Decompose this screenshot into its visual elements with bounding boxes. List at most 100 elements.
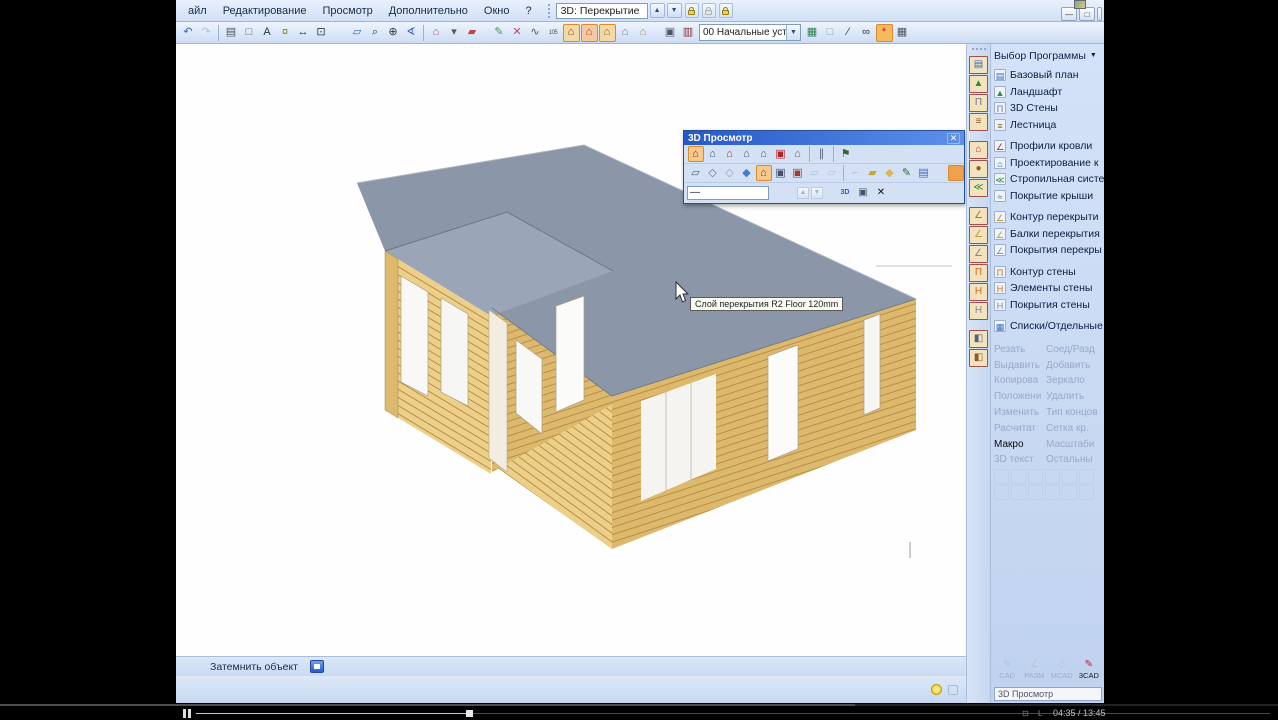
program-landscape[interactable]: ▲Ландшафт	[994, 84, 1104, 101]
walls-3d-icon[interactable]: П	[969, 94, 988, 112]
player-captions-icon[interactable]: ⊡	[1022, 709, 1029, 718]
textured-icon[interactable]: ⌂	[756, 165, 772, 181]
mode-walls-icon[interactable]: ⌂	[581, 24, 598, 42]
program-selector[interactable]: Выбор Программы ▼	[994, 48, 1104, 63]
view-left-icon[interactable]: ⌂	[739, 146, 755, 162]
blank-icon[interactable]	[331, 24, 348, 42]
clear-field-icon[interactable]: ✕	[873, 185, 889, 200]
door-opening[interactable]	[768, 345, 798, 461]
level-down-button[interactable]: ▼	[667, 3, 682, 18]
viewer-titlebar[interactable]: 3D Просмотр ✕	[684, 131, 964, 145]
roof-eye-icon[interactable]: ●	[969, 160, 988, 178]
program-wall-contour[interactable]: ПКонтур стены	[994, 264, 1104, 281]
program-rafter-system[interactable]: ≪Стропильная систе	[994, 171, 1104, 188]
window-opening[interactable]	[441, 298, 468, 406]
toolbar-grip[interactable]	[548, 4, 551, 18]
player-seek-handle[interactable]	[466, 710, 473, 717]
chevron-down-icon[interactable]: ▼	[786, 25, 800, 40]
pan-icon[interactable]: ⊕	[385, 24, 402, 42]
font-tool-icon[interactable]: A	[259, 24, 276, 42]
landscape-icon[interactable]: ▲	[969, 75, 988, 93]
mode-plan-icon[interactable]: ⌂	[635, 24, 652, 42]
view-top-icon[interactable]: ⌂	[790, 146, 806, 162]
menu-extra[interactable]: Дополнительно	[381, 1, 476, 21]
walkthrough-flag-icon[interactable]: ⚑	[838, 146, 854, 162]
wand-icon[interactable]: ✎	[491, 24, 508, 42]
strip-grip[interactable]	[972, 48, 986, 51]
print-icon[interactable]: ▤	[223, 24, 240, 42]
library-icon[interactable]: ▥	[680, 24, 697, 42]
viewer-layer-field[interactable]	[687, 186, 769, 200]
mode-floor-icon[interactable]: ⌂	[599, 24, 616, 42]
roof-design-icon[interactable]: ⌂	[969, 141, 988, 159]
snapshot-icon[interactable]: ▣	[855, 185, 871, 200]
material-cube-icon[interactable]: ◆	[882, 165, 898, 181]
program-slab-contour[interactable]: ∠Контур перекрыти	[994, 209, 1104, 226]
snap-icon[interactable]: *	[876, 24, 893, 42]
slab-cover-icon[interactable]: ∠	[969, 245, 988, 263]
view-right-icon[interactable]: ⌂	[756, 146, 772, 162]
window-opening-narrow[interactable]	[864, 314, 880, 415]
tab-mcad[interactable]: ◇MCAD	[1049, 656, 1075, 684]
lamp-icon[interactable]: ¤	[277, 24, 294, 42]
program-stairs[interactable]: ≡Лестница	[994, 117, 1104, 134]
lock-view-icon[interactable]	[948, 165, 964, 181]
settings-combo[interactable]: 00 Начальные уст▼	[699, 24, 801, 41]
corner-post[interactable]	[489, 310, 507, 472]
restore-button[interactable]: □	[1079, 7, 1095, 21]
dim-object-toggle[interactable]	[310, 660, 324, 673]
program-roof-profiles[interactable]: ∠Профили кровли	[994, 138, 1104, 155]
wall-contour-icon[interactable]: П	[969, 264, 988, 282]
erase-icon[interactable]: ▰	[464, 24, 481, 42]
page-setup-icon[interactable]: ▱	[349, 24, 366, 42]
lists-icon[interactable]: ◧	[969, 330, 988, 348]
angle-icon[interactable]: ∢	[403, 24, 420, 42]
tools-icon[interactable]: ✕	[509, 24, 526, 42]
tab-razm[interactable]: ∠РАЗМ	[1021, 656, 1047, 684]
slab-contour-icon[interactable]: ∠	[969, 207, 988, 225]
signature-icon[interactable]: ∿	[527, 24, 544, 42]
drawing-canvas[interactable]: Слой перекрытия R2 Floor 120mm 3D Просмо…	[176, 44, 966, 656]
lock-all-icon[interactable]	[719, 3, 733, 18]
program-3d-walls[interactable]: П3D Стены	[994, 100, 1104, 117]
binoculars-icon[interactable]: ∞	[858, 24, 875, 42]
player-size-icon[interactable]: L	[1038, 709, 1042, 718]
menu-edit[interactable]: Редактирование	[215, 1, 315, 21]
program-slab-cover[interactable]: ∠Покрытия перекры	[994, 242, 1104, 259]
plan-icon[interactable]: ▤	[969, 56, 988, 74]
tab-cad[interactable]: ✎CAD	[994, 656, 1020, 684]
tip-lightbulb-icon[interactable]	[931, 684, 942, 695]
camera-icon[interactable]: ▣	[773, 165, 789, 181]
program-wall-elements[interactable]: НЭлементы стены	[994, 280, 1104, 297]
stairs-icon[interactable]: ≡	[969, 113, 988, 131]
view-perspective-icon[interactable]: ⌂	[688, 146, 704, 162]
new-page-icon[interactable]: □	[241, 24, 258, 42]
mode-roof-icon[interactable]: ⌂	[563, 24, 580, 42]
mode-3d-icon[interactable]: ⌂	[617, 24, 634, 42]
wall-cover-icon[interactable]: Н	[969, 302, 988, 320]
copy-style-icon[interactable]: ▣	[662, 24, 679, 42]
view-back-icon[interactable]: ⌂	[722, 146, 738, 162]
wireframe-all-icon[interactable]: ▱	[688, 165, 704, 181]
lists-alt-icon[interactable]: ◧	[969, 349, 988, 367]
close-button[interactable]	[1097, 7, 1102, 21]
wireframe-icon[interactable]: ◇	[705, 165, 721, 181]
grid-icon[interactable]: ▦	[894, 24, 911, 42]
ski-measure-icon[interactable]: ∥	[814, 146, 830, 162]
wing-corner-post[interactable]	[385, 251, 398, 418]
program-roof-cover[interactable]: ≈Покрытие крыши	[994, 188, 1104, 205]
menu-view[interactable]: Просмотр	[314, 1, 380, 21]
shaded-icon[interactable]: ◆	[739, 165, 755, 181]
menu-help[interactable]: ?	[517, 1, 539, 21]
pen-tool-icon[interactable]: ⁄	[840, 24, 857, 42]
wall-elements-icon[interactable]: Н	[969, 283, 988, 301]
program-lists[interactable]: ▦Списки/Отдельные	[994, 318, 1104, 335]
program-roof-design[interactable]: ⌂Проектирование к	[994, 155, 1104, 172]
mode-combo[interactable]: 3D: Перекрытие	[556, 3, 648, 19]
viewer-close-icon[interactable]: ✕	[947, 133, 960, 144]
unlock-layer-icon[interactable]	[702, 3, 716, 18]
calculator-icon[interactable]: ▦	[804, 24, 821, 42]
camera-path-icon[interactable]: ▣	[790, 165, 806, 181]
rafters-icon[interactable]: ≪	[969, 179, 988, 197]
slab-beams-icon[interactable]: ∠	[969, 226, 988, 244]
